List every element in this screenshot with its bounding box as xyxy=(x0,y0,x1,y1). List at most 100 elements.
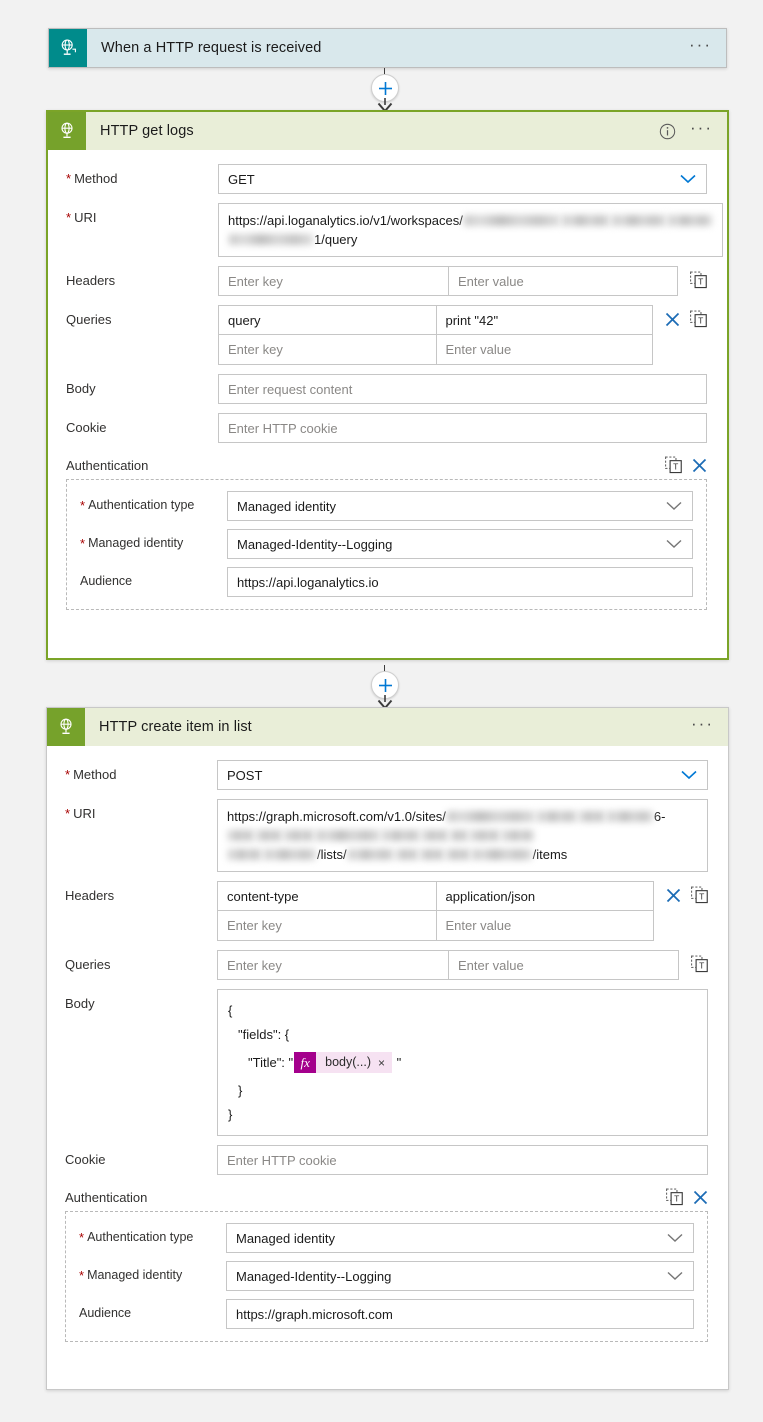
key-input[interactable]: Enter key xyxy=(217,911,436,941)
audience-input[interactable]: https://api.loganalytics.io xyxy=(227,567,693,597)
cookie-placeholder: Enter HTTP cookie xyxy=(227,1152,337,1168)
cookie-placeholder: Enter HTTP cookie xyxy=(228,420,338,436)
connector-trigger-to-action-1 xyxy=(363,68,407,113)
redacted-text xyxy=(316,830,380,841)
uri-input[interactable]: https://graph.microsoft.com/v1.0/sites/6… xyxy=(217,799,708,872)
body-label: Body xyxy=(66,381,96,396)
uri-text: https://graph.microsoft.com/v1.0/sites/ xyxy=(227,809,446,824)
queries-field: query print "42" Enter key Enter value T xyxy=(218,305,707,365)
connector-action-1-to-action-2 xyxy=(363,665,407,710)
redacted-text xyxy=(228,849,262,860)
value-input[interactable]: Enter value xyxy=(448,950,679,980)
auth-type-value: Managed identity xyxy=(236,1230,336,1246)
info-icon[interactable] xyxy=(659,123,676,140)
dynamic-content-text-mode-icon[interactable]: T xyxy=(691,955,708,973)
field-row-uri: * URI https://graph.microsoft.com/v1.0/s… xyxy=(65,799,708,872)
action-card-http-get-logs[interactable]: HTTP get logs ··· * Method GET * URI htt… xyxy=(46,110,729,660)
token-label: body(...) xyxy=(325,1055,372,1070)
key-input[interactable]: Enter key xyxy=(218,266,448,296)
redacted-text xyxy=(422,830,448,841)
auth-type-dropdown[interactable]: Managed identity xyxy=(226,1223,694,1253)
action-1-overflow-menu-icon[interactable]: ··· xyxy=(690,119,713,139)
redacted-text xyxy=(471,849,532,860)
required-asterisk: * xyxy=(79,1268,85,1283)
json-text: "Title": " xyxy=(248,1055,294,1070)
redacted-text xyxy=(347,849,394,860)
remove-authentication-icon[interactable] xyxy=(692,458,707,473)
action-1-header-actions: ··· xyxy=(659,119,727,140)
key-input[interactable]: Enter key xyxy=(218,335,436,365)
field-row-headers: Headers content-type application/json Ente… xyxy=(65,881,708,941)
uri-label-wrap: * URI xyxy=(66,203,218,225)
field-row-method: * Method GET xyxy=(66,164,707,194)
expression-token[interactable]: fx body(...) × xyxy=(294,1052,393,1073)
queries-label: Queries xyxy=(66,312,112,327)
managed-identity-value: Managed-Identity--Logging xyxy=(236,1268,392,1284)
auth-type-value: Managed identity xyxy=(237,498,337,514)
uri-text: 6- xyxy=(653,809,666,824)
action-2-overflow-menu-icon[interactable]: ··· xyxy=(691,715,714,735)
body-json-editor[interactable]: {"fields": {"Title": " fx body(...) × "}} xyxy=(217,989,708,1136)
redacted-text xyxy=(502,830,534,841)
http-globe-icon xyxy=(47,708,85,746)
trigger-overflow-menu-icon[interactable]: ··· xyxy=(689,36,712,56)
dynamic-content-text-mode-icon[interactable]: T xyxy=(690,310,707,328)
redacted-text xyxy=(382,830,420,841)
cookie-input[interactable]: Enter HTTP cookie xyxy=(218,413,707,443)
delete-row-icon[interactable] xyxy=(665,312,680,327)
method-dropdown[interactable]: GET xyxy=(218,164,707,194)
required-asterisk: * xyxy=(65,806,71,821)
action-1-header[interactable]: HTTP get logs ··· xyxy=(48,112,727,150)
audience-input[interactable]: https://graph.microsoft.com xyxy=(226,1299,694,1329)
token-chip[interactable]: body(...) × xyxy=(316,1052,393,1073)
chevron-down-icon xyxy=(666,501,682,510)
dynamic-content-text-mode-icon[interactable]: T xyxy=(691,886,708,904)
key-input[interactable]: Enter key xyxy=(217,950,448,980)
remove-authentication-icon[interactable] xyxy=(693,1190,708,1205)
method-dropdown[interactable]: POST xyxy=(217,760,708,790)
managed-identity-dropdown[interactable]: Managed-Identity--Logging xyxy=(227,529,693,559)
managed-identity-label: Managed identity xyxy=(87,1268,183,1282)
body-input[interactable]: Enter request content xyxy=(218,374,707,404)
required-asterisk: * xyxy=(80,498,86,513)
auth-type-dropdown[interactable]: Managed identity xyxy=(227,491,693,521)
delete-row-icon[interactable] xyxy=(666,888,681,903)
queries-grid: Enter key Enter value xyxy=(217,950,679,980)
key-input[interactable]: content-type xyxy=(217,881,436,911)
value-input[interactable]: Enter value xyxy=(435,911,654,941)
trigger-card-header[interactable]: When a HTTP request is received ··· xyxy=(49,29,726,67)
dynamic-content-text-mode-icon[interactable]: T xyxy=(690,271,707,289)
managed-identity-label-wrap: * Managed identity xyxy=(79,1261,226,1282)
auth-type-label: Authentication type xyxy=(87,1230,194,1244)
uri-line: https://graph.microsoft.com/v1.0/sites/6… xyxy=(227,807,698,826)
cookie-input[interactable]: Enter HTTP cookie xyxy=(217,1145,708,1175)
queries-grid: query print "42" Enter key Enter value xyxy=(218,305,653,365)
remove-token-icon[interactable]: × xyxy=(378,1057,385,1069)
value-input[interactable]: print "42" xyxy=(435,305,653,335)
managed-identity-dropdown[interactable]: Managed-Identity--Logging xyxy=(226,1261,694,1291)
trigger-card-http-request[interactable]: When a HTTP request is received ··· xyxy=(48,28,727,68)
redacted-text xyxy=(578,811,605,822)
value-input[interactable]: application/json xyxy=(435,881,654,911)
redacted-text xyxy=(229,234,313,245)
action-2-header[interactable]: HTTP create item in list ··· xyxy=(47,708,728,746)
json-text: { xyxy=(228,1003,233,1018)
field-row-auth-type: * Authentication type Managed identity xyxy=(79,1223,694,1253)
dynamic-content-text-mode-icon[interactable]: T xyxy=(666,1188,683,1206)
json-line: { xyxy=(228,999,697,1023)
svg-text:T: T xyxy=(699,892,704,902)
action-card-http-create-item-in-list[interactable]: HTTP create item in list ··· * Method PO… xyxy=(46,707,729,1390)
headers-field: Enter key Enter value T xyxy=(218,266,707,296)
value-input[interactable]: Enter value xyxy=(435,335,653,365)
dynamic-content-text-mode-icon[interactable]: T xyxy=(665,456,682,474)
chevron-down-icon xyxy=(667,1233,683,1242)
uri-input[interactable]: https://api.loganalytics.io/v1/workspace… xyxy=(218,203,723,257)
svg-text:T: T xyxy=(699,961,704,971)
key-value-row: content-type application/json xyxy=(217,881,654,911)
value-input[interactable]: Enter value xyxy=(448,266,678,296)
uri-text: /items xyxy=(532,847,568,862)
uri-label: URI xyxy=(73,806,96,821)
key-input[interactable]: query xyxy=(218,305,436,335)
svg-text:T: T xyxy=(698,277,703,287)
body-field: {"fields": {"Title": " fx body(...) × "}} xyxy=(217,989,708,1136)
